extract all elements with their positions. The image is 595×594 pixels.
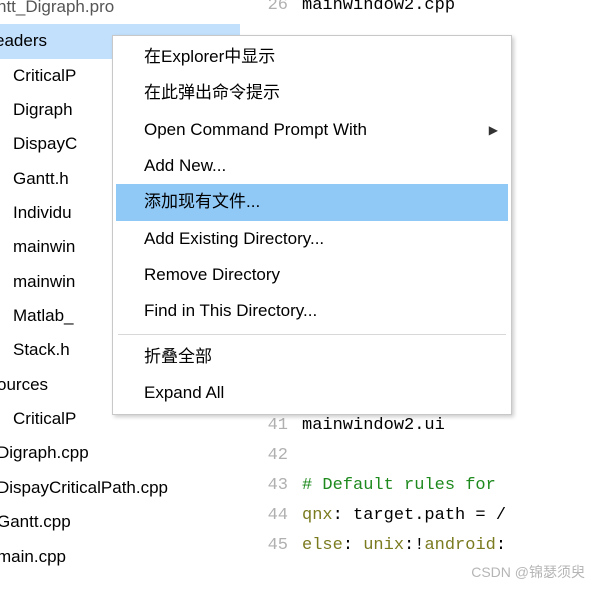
submenu-arrow-icon: ▶	[489, 121, 498, 140]
menu-item[interactable]: Add New...	[116, 148, 508, 184]
line-number: 42	[246, 446, 302, 465]
tree-item[interactable]: DispayCriticalPath.cpp	[0, 471, 240, 505]
tree-item[interactable]: Digraph.cpp	[0, 436, 240, 470]
menu-item-label: 在Explorer中显示	[144, 44, 275, 70]
menu-item-label: Open Command Prompt With	[144, 117, 367, 143]
context-menu: 在Explorer中显示在此弹出命令提示 Open Command Prompt …	[112, 35, 512, 415]
menu-item-label: 添加现有文件...	[144, 189, 260, 215]
code-text: qnx: target.path = /	[302, 506, 506, 525]
code-text: # Default rules for	[302, 476, 506, 495]
menu-item[interactable]: 添加现有文件...	[116, 184, 508, 220]
menu-item[interactable]: Expand All	[116, 375, 508, 411]
code-text: mainwindow2.cpp	[302, 0, 455, 15]
line-number: 26	[246, 0, 302, 15]
menu-item[interactable]: Find in This Directory...	[116, 293, 508, 329]
tree-item[interactable]: Gantt.cpp	[0, 505, 240, 539]
code-line[interactable]: 43# Default rules for	[246, 470, 595, 500]
menu-item-label: Expand All	[144, 380, 224, 406]
line-number: 43	[246, 476, 302, 495]
menu-item-label: Remove Directory	[144, 262, 280, 288]
tree-item[interactable]: ntt_Digraph.pro	[0, 0, 240, 24]
line-number: 44	[246, 506, 302, 525]
menu-item-label: Add New...	[144, 153, 226, 179]
menu-item-label: Add Existing Directory...	[144, 226, 324, 252]
code-line[interactable]: 26mainwindow2.cpp	[246, 0, 595, 20]
menu-item[interactable]: 在此弹出命令提示	[116, 75, 508, 111]
menu-item-label: Find in This Directory...	[144, 298, 317, 324]
code-line[interactable]: 45else: unix:!android:	[246, 530, 595, 560]
menu-item[interactable]: 在Explorer中显示	[116, 39, 508, 75]
code-text: else: unix:!android:	[302, 536, 506, 555]
menu-item[interactable]: Add Existing Directory...	[116, 221, 508, 257]
line-number: 41	[246, 416, 302, 435]
watermark: CSDN @锦瑟须臾	[471, 562, 585, 582]
menu-item[interactable]: Open Command Prompt With ▶	[116, 112, 508, 148]
menu-separator	[118, 334, 506, 335]
code-text: mainwindow2.ui	[302, 416, 445, 435]
code-line[interactable]: 42	[246, 440, 595, 470]
line-number: 45	[246, 536, 302, 555]
tree-item[interactable]: main.cpp	[0, 540, 240, 574]
menu-item[interactable]: Remove Directory	[116, 257, 508, 293]
menu-item-label: 在此弹出命令提示	[144, 80, 280, 106]
menu-item-label: 折叠全部	[144, 344, 212, 370]
code-line[interactable]: 44qnx: target.path = /	[246, 500, 595, 530]
menu-item[interactable]: 折叠全部	[116, 339, 508, 375]
